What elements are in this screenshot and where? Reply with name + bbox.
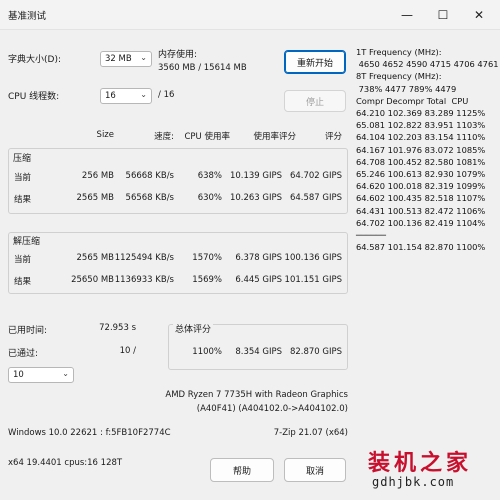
elapsed-value: 72.953 s [99, 323, 136, 333]
memory-label: 内存使用: [158, 50, 198, 60]
freq-line: 738% 4477 789% 4479 [356, 83, 457, 94]
chevron-down-icon: ⌄ [62, 369, 69, 378]
col-header-cpu: CPU 使用率 [184, 132, 231, 142]
cell-rating-use: 10.139 GIPS [229, 171, 282, 181]
memory-value: 3560 MB / 15614 MB [158, 63, 247, 73]
freq-line: 64.708 100.452 82.580 1081% [356, 156, 486, 167]
cpu-id: (A40F41) (A404102.0->A404102.0) [196, 404, 348, 414]
zip-version: 7-Zip 21.07 (x64) [273, 428, 348, 438]
cell-size: 2565 MB [76, 193, 115, 203]
row-label: 结果 [14, 195, 32, 205]
cell-speed: 1136933 KB/s [114, 275, 174, 285]
compress-title: 压缩 [13, 154, 32, 164]
cpu-threads-value: 16 [105, 91, 116, 101]
close-icon: ✕ [473, 8, 485, 22]
freq-line: 64.620 100.018 82.319 1099% [356, 181, 486, 192]
total-rating-use: 8.354 GIPS [235, 347, 282, 357]
col-header-rating: 评分 [324, 132, 342, 142]
freq-line: 64.602 100.435 82.518 1107% [356, 193, 486, 204]
chevron-down-icon: ⌄ [140, 90, 147, 99]
freq-line: 65.081 102.822 83.951 1103% [356, 120, 486, 131]
passes-select[interactable]: 10 ⌄ [8, 367, 74, 383]
cell-rating: 64.587 GIPS [289, 193, 342, 203]
maximize-icon: ☐ [437, 8, 449, 22]
cell-rating-use: 10.263 GIPS [229, 193, 282, 203]
cpu-threads-label: CPU 线程数: [8, 92, 60, 102]
passes-value: 10 / [119, 346, 136, 356]
cell-size: 256 MB [81, 171, 114, 181]
row-label: 当前 [14, 173, 32, 183]
cancel-button[interactable]: 取消 [284, 458, 346, 482]
freq-line: 64.702 100.136 82.419 1104% [356, 217, 486, 228]
minimize-icon: — [401, 8, 413, 22]
freq-line: 1T Frequency (MHz): [356, 47, 442, 57]
row-label: 结果 [14, 277, 32, 287]
freq-line: 4650 4652 4590 4715 4706 4761 4787 [358, 59, 499, 70]
cell-rating: 64.702 GIPS [289, 171, 342, 181]
freq-line: 65.246 100.613 82.930 1079% [356, 169, 486, 180]
cell-rating: 101.151 GIPS [284, 275, 342, 285]
total-cpu: 1100% [192, 347, 222, 357]
cell-cpu: 638% [197, 171, 222, 181]
cpu-threads-select[interactable]: 16 ⌄ [100, 88, 152, 104]
elapsed-label: 已用时间: [8, 326, 48, 336]
freq-line: 8T Frequency (MHz): [356, 71, 442, 82]
cell-cpu: 1570% [192, 253, 222, 263]
freq-line: 64.104 102.203 83.154 1110% [356, 132, 486, 143]
cell-rating-use: 6.378 GIPS [235, 253, 282, 263]
restart-button[interactable]: 重新开始 [284, 50, 346, 74]
freq-line: 64.210 102.369 83.289 1125% [356, 108, 486, 119]
col-header-size: Size [96, 130, 114, 140]
freq-line: ────── [356, 230, 386, 241]
row-label: 当前 [14, 255, 32, 265]
cell-cpu: 630% [197, 193, 222, 203]
dict-size-select[interactable]: 32 MB ⌄ [100, 51, 152, 67]
cell-size: 25650 MB [71, 275, 114, 285]
cell-cpu: 1569% [192, 275, 222, 285]
watermark-logo: 装机之家 gdhjbk.com [368, 445, 498, 489]
window-title: 基准测试 [8, 11, 47, 22]
frequency-results-panel: 1T Frequency (MHz): 4650 4652 4590 4715 … [356, 46, 500, 253]
dict-size-label: 字典大小(D): [8, 55, 61, 65]
passes-label: 已通过: [8, 349, 39, 359]
freq-line: 64.587 101.154 82.870 1100% [356, 242, 486, 253]
arch-info: x64 19.4401 cpus:16 128T [8, 458, 123, 468]
maximize-button[interactable]: ☐ [430, 5, 456, 25]
minimize-button[interactable]: — [394, 5, 420, 25]
help-button[interactable]: 帮助 [210, 458, 274, 482]
decompress-title: 解压缩 [13, 237, 41, 247]
cell-speed: 56668 KB/s [125, 171, 174, 181]
freq-line: Compr Decompr Total CPU [356, 95, 469, 106]
cell-size: 2565 MB [76, 253, 115, 263]
total-rating: 82.870 GIPS [289, 347, 342, 357]
chevron-down-icon: ⌄ [140, 53, 147, 62]
col-header-speed: 速度: [154, 132, 174, 142]
total-rating-title: 总体评分 [173, 322, 214, 335]
dict-size-value: 32 MB [105, 54, 132, 64]
os-info: Windows 10.0 22621 : f:5FB10F2774C [8, 428, 171, 438]
cpu-threads-total: / 16 [158, 90, 175, 100]
cell-speed: 56568 KB/s [125, 193, 174, 203]
watermark-url: gdhjbk.com [372, 475, 455, 489]
watermark-text: 装机之家 [368, 450, 473, 476]
cell-rating-use: 6.445 GIPS [235, 275, 282, 285]
cell-speed: 1125494 KB/s [114, 253, 174, 263]
compress-group [8, 148, 348, 214]
freq-line: 64.167 101.976 83.072 1085% [356, 144, 486, 155]
title-bar: 基准测试 — ☐ ✕ [0, 0, 500, 30]
passes-select-value: 10 [13, 370, 24, 380]
stop-button[interactable]: 停止 [284, 90, 346, 112]
close-button[interactable]: ✕ [466, 5, 492, 25]
cell-rating: 100.136 GIPS [284, 253, 342, 263]
freq-line: 64.431 100.513 82.472 1106% [356, 205, 486, 216]
cpu-name: AMD Ryzen 7 7735H with Radeon Graphics [165, 390, 348, 400]
